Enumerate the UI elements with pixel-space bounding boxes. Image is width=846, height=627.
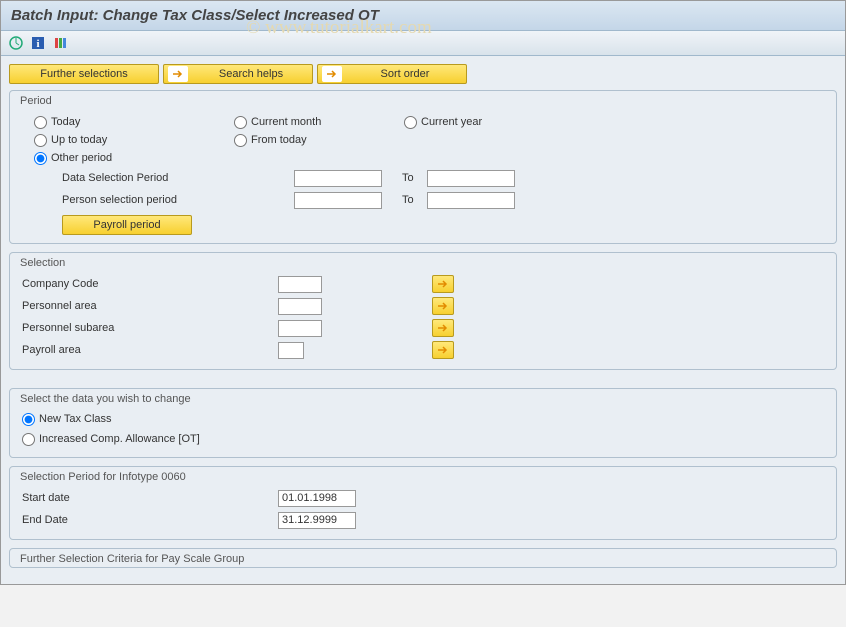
further-selections-button[interactable]: Further selections xyxy=(9,64,159,84)
title-bar: Batch Input: Change Tax Class/Select Inc… xyxy=(1,1,845,31)
further-criteria-title: Further Selection Criteria for Pay Scale… xyxy=(18,553,828,565)
opt-today-label: Today xyxy=(51,116,80,128)
app-toolbar: i xyxy=(1,31,845,56)
end-date-value: 31.12.9999 xyxy=(279,513,340,528)
opt-new-tax-label: New Tax Class xyxy=(39,413,112,425)
period-group: Period Today Current month Current year … xyxy=(9,90,837,244)
change-data-title: Select the data you wish to change xyxy=(18,393,828,405)
personnel-area-input[interactable] xyxy=(278,298,322,315)
infotype-period-group: Selection Period for Infotype 0060 Start… xyxy=(9,466,837,540)
company-code-input[interactable] xyxy=(278,276,322,293)
data-selection-from-input[interactable] xyxy=(294,170,382,187)
radio-new-tax-class[interactable] xyxy=(22,413,35,426)
data-selection-period-label: Data Selection Period xyxy=(34,172,294,184)
end-date-input[interactable]: 31.12.9999 xyxy=(278,512,356,529)
variant-icon[interactable] xyxy=(51,34,69,52)
radio-today[interactable] xyxy=(34,116,47,129)
end-date-label: End Date xyxy=(18,514,278,526)
personnel-area-multiselect-button[interactable] xyxy=(432,297,454,315)
radio-current-year[interactable] xyxy=(404,116,417,129)
opt-current-month-label: Current month xyxy=(251,116,321,128)
payroll-area-multiselect-button[interactable] xyxy=(432,341,454,359)
personnel-subarea-label: Personnel subarea xyxy=(18,322,278,334)
period-title: Period xyxy=(18,95,828,107)
page-title: Batch Input: Change Tax Class/Select Inc… xyxy=(11,7,379,24)
selection-group: Selection Company Code Personnel area Pe… xyxy=(9,252,837,370)
arrow-right-icon xyxy=(437,279,449,289)
personnel-area-label: Personnel area xyxy=(18,300,278,312)
sort-order-label: Sort order xyxy=(348,68,462,80)
infotype-period-title: Selection Period for Infotype 0060 xyxy=(18,471,828,483)
arrow-right-icon xyxy=(168,66,188,82)
company-code-multiselect-button[interactable] xyxy=(432,275,454,293)
payroll-period-label: Payroll period xyxy=(67,219,187,231)
content-area: Further selections Search helps Sort ord… xyxy=(1,56,845,584)
arrow-right-icon xyxy=(437,345,449,355)
radio-increased-ot[interactable] xyxy=(22,433,35,446)
further-selections-label: Further selections xyxy=(14,68,154,80)
personnel-subarea-input[interactable] xyxy=(278,320,322,337)
radio-current-month[interactable] xyxy=(234,116,247,129)
radio-up-to-today[interactable] xyxy=(34,134,47,147)
opt-increased-label: Increased Comp. Allowance [OT] xyxy=(39,433,200,445)
start-date-label: Start date xyxy=(18,492,278,504)
payroll-period-button[interactable]: Payroll period xyxy=(62,215,192,235)
data-selection-to-input[interactable] xyxy=(427,170,515,187)
search-helps-label: Search helps xyxy=(194,68,308,80)
execute-icon[interactable] xyxy=(7,34,25,52)
person-selection-from-input[interactable] xyxy=(294,192,382,209)
opt-other-period-label: Other period xyxy=(51,152,112,164)
radio-from-today[interactable] xyxy=(234,134,247,147)
person-selection-period-label: Person selection period xyxy=(34,194,294,206)
person-selection-to-input[interactable] xyxy=(427,192,515,209)
opt-current-year-label: Current year xyxy=(421,116,482,128)
to-label-2: To xyxy=(382,194,427,206)
opt-from-today-label: From today xyxy=(251,134,307,146)
further-criteria-group: Further Selection Criteria for Pay Scale… xyxy=(9,548,837,568)
start-date-value: 01.01.1998 xyxy=(279,491,340,506)
to-label-1: To xyxy=(382,172,427,184)
selection-title: Selection xyxy=(18,257,828,269)
personnel-subarea-multiselect-button[interactable] xyxy=(432,319,454,337)
sort-order-button[interactable]: Sort order xyxy=(317,64,467,84)
radio-other-period[interactable] xyxy=(34,152,47,165)
start-date-input[interactable]: 01.01.1998 xyxy=(278,490,356,507)
arrow-right-icon xyxy=(322,66,342,82)
payroll-area-input[interactable] xyxy=(278,342,304,359)
search-helps-button[interactable]: Search helps xyxy=(163,64,313,84)
info-icon[interactable]: i xyxy=(29,34,47,52)
company-code-label: Company Code xyxy=(18,278,278,290)
opt-up-to-today-label: Up to today xyxy=(51,134,107,146)
arrow-right-icon xyxy=(437,323,449,333)
top-button-row: Further selections Search helps Sort ord… xyxy=(9,64,837,84)
change-data-group: Select the data you wish to change New T… xyxy=(9,388,837,458)
payroll-area-label: Payroll area xyxy=(18,344,278,356)
svg-text:i: i xyxy=(36,38,39,50)
arrow-right-icon xyxy=(437,301,449,311)
